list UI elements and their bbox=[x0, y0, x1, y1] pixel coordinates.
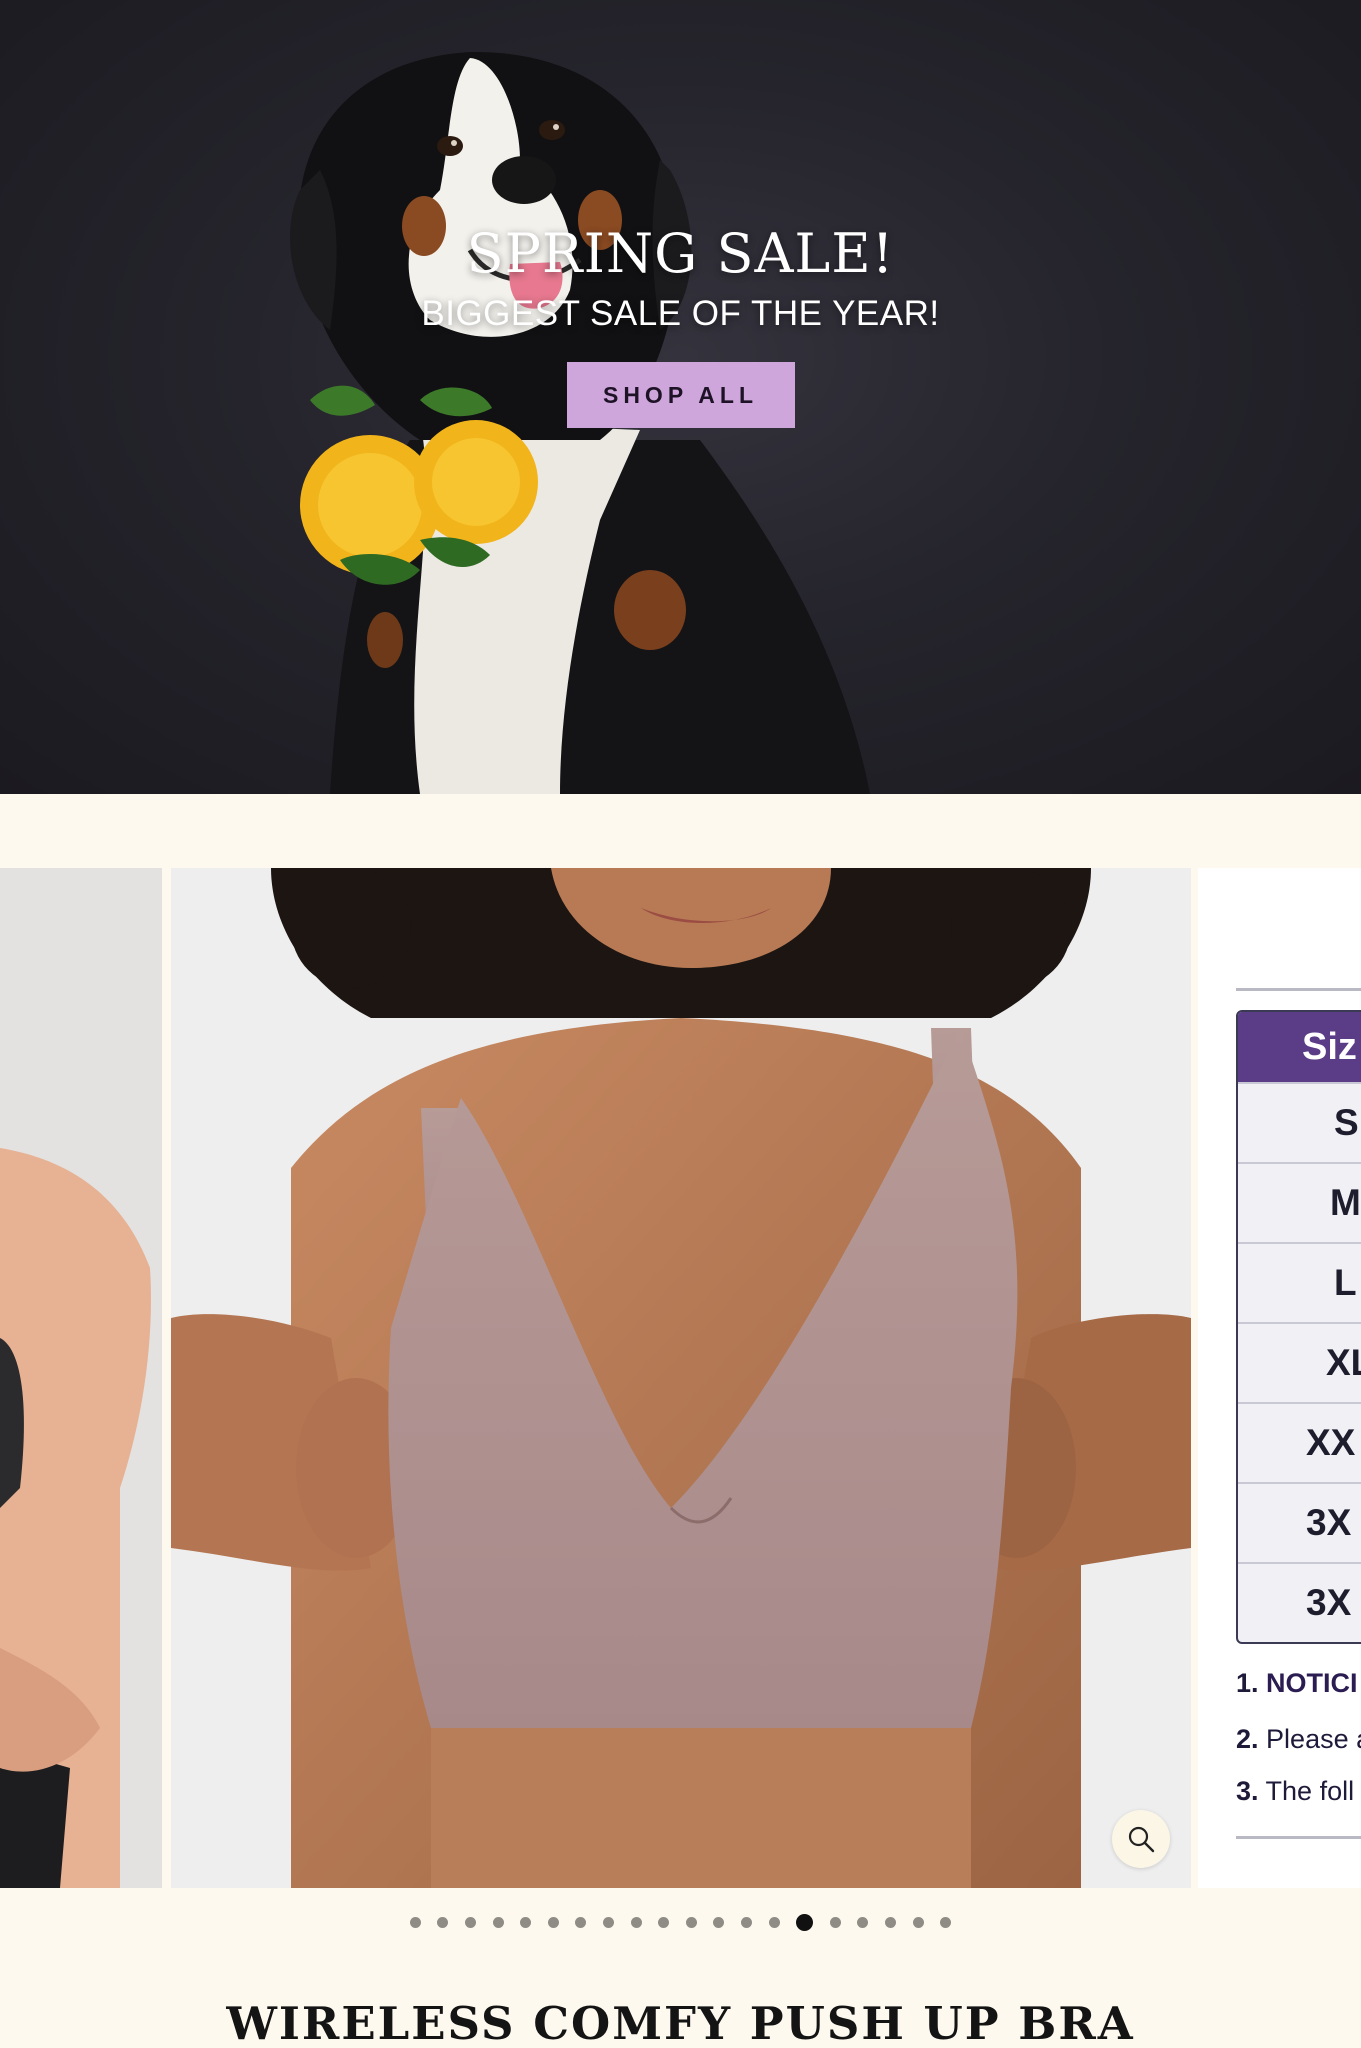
carousel-dot[interactable] bbox=[492, 1916, 504, 1928]
carousel-dot[interactable] bbox=[658, 1916, 670, 1928]
carousel-dot[interactable] bbox=[630, 1916, 642, 1928]
hero-banner[interactable]: SPRING SALE! BIGGEST SALE OF THE YEAR! S… bbox=[0, 0, 1361, 794]
note-number: 3. bbox=[1236, 1776, 1259, 1806]
gallery-slide-previous[interactable] bbox=[0, 868, 162, 1888]
slide-photo-woman-taupe-bra bbox=[171, 868, 1191, 1888]
carousel-dot[interactable] bbox=[829, 1916, 841, 1928]
size-chart-row: L bbox=[1238, 1242, 1361, 1322]
hero-subtitle: BIGGEST SALE OF THE YEAR! bbox=[421, 294, 940, 333]
carousel-dot[interactable] bbox=[603, 1916, 615, 1928]
product-title: WIRELESS COMFY PUSH UP BRA bbox=[226, 1997, 1135, 2048]
carousel-dot[interactable] bbox=[437, 1916, 449, 1928]
gallery-slide-main[interactable] bbox=[171, 868, 1191, 1888]
page: SPRING SALE! BIGGEST SALE OF THE YEAR! S… bbox=[0, 0, 1361, 2048]
carousel-dot[interactable] bbox=[740, 1916, 752, 1928]
carousel-dot[interactable] bbox=[575, 1916, 587, 1928]
note-text: The foll bbox=[1265, 1776, 1355, 1806]
size-chart-row: 3X bbox=[1238, 1562, 1361, 1642]
size-chart-note: 1. NOTICI bbox=[1236, 1668, 1358, 1699]
size-chart-row: S bbox=[1238, 1082, 1361, 1162]
size-chart-table: Siz S M L XL XX 3X 3X bbox=[1236, 1010, 1361, 1644]
size-chart-row: XX bbox=[1238, 1402, 1361, 1482]
zoom-button[interactable] bbox=[1112, 1810, 1170, 1868]
size-chart-row: 3X bbox=[1238, 1482, 1361, 1562]
slide-photo-woman-black-top bbox=[0, 868, 162, 1888]
size-chart-note: 3. The foll bbox=[1236, 1776, 1354, 1807]
carousel-dot-active[interactable] bbox=[796, 1913, 814, 1931]
size-chart-bottom-rule bbox=[1236, 1836, 1361, 1839]
note-text: NOTICI bbox=[1266, 1668, 1358, 1698]
carousel-dot[interactable] bbox=[768, 1916, 780, 1928]
size-chart-top-rule bbox=[1236, 988, 1361, 991]
carousel-pagination bbox=[0, 1912, 1361, 1932]
shop-all-button[interactable]: SHOP ALL bbox=[566, 362, 795, 428]
carousel-dot[interactable] bbox=[465, 1916, 477, 1928]
carousel-dot[interactable] bbox=[884, 1916, 896, 1928]
size-chart-row: XL bbox=[1238, 1322, 1361, 1402]
product-image-gallery[interactable]: Siz S M L XL XX 3X 3X 1. NOTICI 2. Pleas… bbox=[0, 868, 1361, 1888]
carousel-dot[interactable] bbox=[520, 1916, 532, 1928]
note-number: 1. bbox=[1236, 1668, 1259, 1698]
carousel-dot[interactable] bbox=[713, 1916, 725, 1928]
carousel-dot[interactable] bbox=[857, 1916, 869, 1928]
gallery-slide-next[interactable]: Siz S M L XL XX 3X 3X 1. NOTICI 2. Pleas… bbox=[1198, 868, 1361, 1888]
carousel-dot[interactable] bbox=[940, 1916, 952, 1928]
size-chart-header: Siz bbox=[1238, 1012, 1361, 1082]
magnifier-icon bbox=[1128, 1826, 1155, 1853]
carousel-dot[interactable] bbox=[685, 1916, 697, 1928]
carousel-dot[interactable] bbox=[912, 1916, 924, 1928]
carousel-dot[interactable] bbox=[547, 1916, 559, 1928]
carousel-dot[interactable] bbox=[409, 1916, 421, 1928]
size-chart-row: M bbox=[1238, 1162, 1361, 1242]
note-number: 2. bbox=[1236, 1724, 1259, 1754]
hero-text-block: SPRING SALE! BIGGEST SALE OF THE YEAR! S… bbox=[0, 222, 1361, 428]
note-text: Please a bbox=[1266, 1724, 1361, 1754]
size-chart-note: 2. Please a bbox=[1236, 1724, 1361, 1755]
hero-title: SPRING SALE! bbox=[466, 222, 895, 285]
